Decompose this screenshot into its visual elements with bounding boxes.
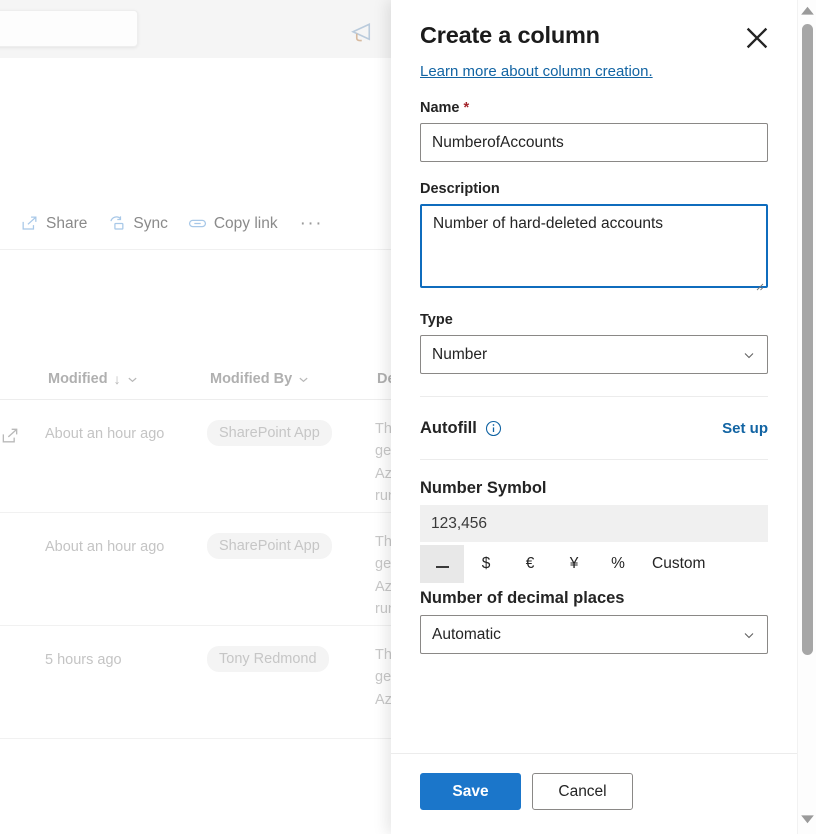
cell-modified: 5 hours ago bbox=[45, 652, 122, 668]
link-icon bbox=[188, 214, 207, 233]
table-row[interactable]: About an hour ago SharePoint App Thi ger… bbox=[0, 513, 400, 626]
cell-modified: About an hour ago bbox=[45, 539, 165, 555]
type-field-group: Type Number bbox=[420, 312, 768, 374]
symbol-option-yen[interactable]: ¥ bbox=[552, 545, 596, 583]
command-bar: Share Sync Copy link ··· bbox=[0, 198, 391, 250]
decimal-places-group: Number of decimal places Automatic bbox=[420, 589, 768, 654]
description-field-group: Description bbox=[420, 181, 768, 293]
type-label: Type bbox=[420, 312, 453, 328]
create-column-panel: Create a column Learn more about column … bbox=[391, 0, 797, 834]
sync-icon bbox=[107, 214, 126, 233]
type-select-value: Number bbox=[432, 345, 488, 363]
panel-body: Create a column Learn more about column … bbox=[391, 0, 797, 753]
scroll-down-arrow-icon[interactable] bbox=[798, 809, 816, 828]
info-icon[interactable] bbox=[485, 420, 502, 437]
dash-glyph-icon bbox=[435, 566, 449, 568]
decimal-places-label: Number of decimal places bbox=[420, 589, 625, 607]
sync-button[interactable]: Sync bbox=[99, 208, 175, 239]
row-share-icon[interactable] bbox=[0, 426, 20, 446]
share-label: Share bbox=[46, 214, 88, 232]
cancel-button[interactable]: Cancel bbox=[532, 773, 633, 810]
panel-header: Create a column bbox=[420, 22, 768, 53]
description-textarea-wrap bbox=[420, 204, 768, 293]
sort-descending-icon: ↓ bbox=[113, 370, 121, 387]
divider bbox=[420, 459, 768, 460]
cell-modified: About an hour ago bbox=[45, 426, 165, 442]
scrollbar-thumb[interactable] bbox=[802, 24, 813, 655]
autofill-section: Autofill Set up bbox=[420, 397, 768, 459]
number-symbol-options: $ € ¥ % Custom bbox=[420, 545, 768, 583]
column-header-modified-by[interactable]: Modified By bbox=[210, 371, 309, 387]
search-input[interactable] bbox=[0, 10, 138, 47]
autofill-left: Autofill bbox=[420, 419, 502, 438]
decimal-places-value: Automatic bbox=[432, 625, 501, 643]
column-header-modified-by-label: Modified By bbox=[210, 370, 293, 387]
megaphone-icon[interactable] bbox=[348, 18, 378, 42]
share-icon bbox=[20, 214, 39, 233]
chevron-down-icon bbox=[742, 628, 756, 642]
description-label: Description bbox=[420, 181, 500, 197]
vertical-scrollbar[interactable] bbox=[797, 0, 816, 834]
overflow-menu-button[interactable]: ··· bbox=[290, 213, 333, 235]
table-row[interactable]: About an hour ago SharePoint App Thi ger… bbox=[0, 400, 400, 513]
description-textarea[interactable] bbox=[420, 204, 768, 288]
required-marker: * bbox=[463, 100, 470, 116]
symbol-option-percent[interactable]: % bbox=[596, 545, 640, 583]
scroll-up-arrow-icon[interactable] bbox=[798, 2, 816, 21]
symbol-option-dollar[interactable]: $ bbox=[464, 545, 508, 583]
table-header-row: Modified ↓ Modified By De bbox=[0, 358, 396, 400]
number-symbol-group: Number Symbol 123,456 $ € ¥ % Custom bbox=[420, 479, 768, 583]
chevron-down-icon bbox=[127, 373, 138, 384]
number-symbol-preview: 123,456 bbox=[420, 505, 768, 542]
copy-link-label: Copy link bbox=[213, 214, 278, 232]
autofill-setup-link[interactable]: Set up bbox=[722, 420, 768, 437]
share-button[interactable]: Share bbox=[12, 208, 95, 239]
page-title: Create a column bbox=[420, 22, 600, 48]
decimal-places-select[interactable]: Automatic bbox=[420, 615, 768, 654]
cell-modified-by: Tony Redmond bbox=[207, 646, 329, 672]
cell-modified-by: SharePoint App bbox=[207, 533, 332, 559]
column-header-modified-label: Modified bbox=[48, 370, 108, 387]
autofill-label: Autofill bbox=[420, 419, 477, 437]
chevron-down-icon bbox=[742, 348, 756, 362]
symbol-option-euro[interactable]: € bbox=[508, 545, 552, 583]
cell-modified-by: SharePoint App bbox=[207, 420, 332, 446]
chevron-down-icon bbox=[298, 373, 309, 384]
panel-footer: Save Cancel bbox=[391, 753, 797, 834]
name-field-group: Name * bbox=[420, 100, 768, 162]
learn-more-link[interactable]: Learn more about column creation. bbox=[420, 63, 653, 80]
sync-label: Sync bbox=[133, 214, 168, 232]
save-button[interactable]: Save bbox=[420, 773, 521, 810]
screen: Share Sync Copy link ··· Modified ↓ Modi… bbox=[0, 0, 816, 834]
column-header-modified[interactable]: Modified ↓ bbox=[48, 371, 138, 387]
type-select[interactable]: Number bbox=[420, 335, 768, 374]
name-label: Name * bbox=[420, 100, 768, 116]
table-row[interactable]: 5 hours ago Tony Redmond Thi ger Azu bbox=[0, 626, 400, 739]
name-input[interactable] bbox=[420, 123, 768, 162]
close-icon[interactable] bbox=[742, 23, 772, 53]
number-symbol-label: Number Symbol bbox=[420, 479, 547, 497]
symbol-option-custom[interactable]: Custom bbox=[640, 545, 717, 583]
symbol-option-none[interactable] bbox=[420, 545, 464, 583]
copy-link-button[interactable]: Copy link bbox=[180, 208, 286, 239]
name-label-text: Name bbox=[420, 100, 460, 116]
